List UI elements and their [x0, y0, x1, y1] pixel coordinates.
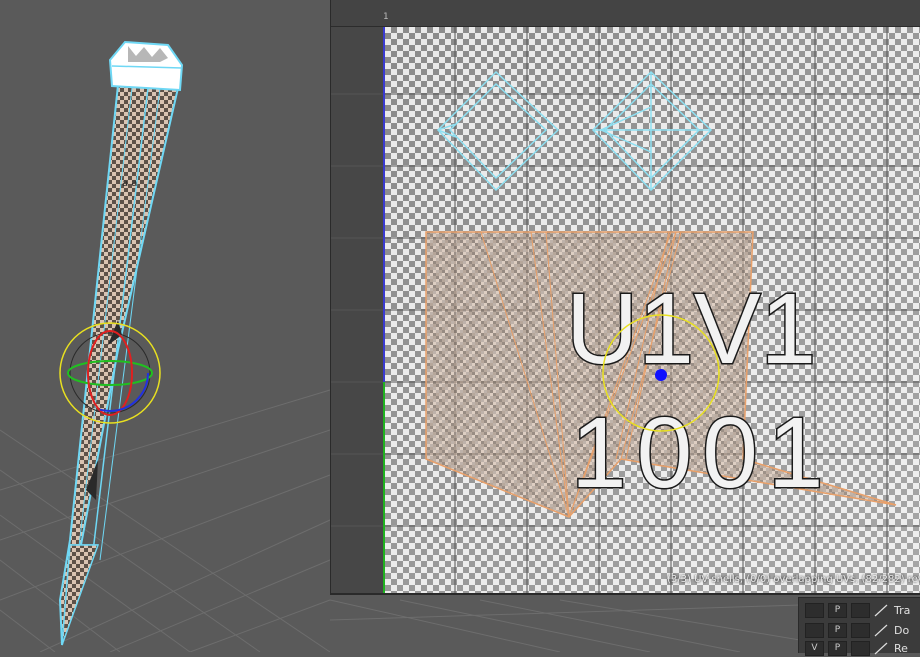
uv-negative-space	[331, 27, 384, 593]
curve-icon	[874, 642, 888, 655]
attr-label: Re	[894, 642, 908, 655]
attr-label: Tra	[894, 604, 911, 617]
attr-pin-box[interactable]: P	[828, 641, 847, 656]
uv-ruler-label: 1	[383, 12, 389, 22]
svg-text:a a: a a	[122, 178, 137, 189]
curve-icon	[874, 624, 888, 637]
attr-row-double[interactable]: P Do	[805, 622, 909, 639]
attr-key-box[interactable]	[805, 603, 824, 618]
curve-icon	[874, 604, 888, 617]
attr-lock-box[interactable]	[851, 623, 870, 638]
attr-row-rotate[interactable]: V P Re	[805, 640, 908, 657]
uv-canvas[interactable]: U1V1 1001	[331, 27, 920, 595]
uv-editor-panel[interactable]: 1 U1V1 1001 (3/3) UV shells, (0/0) overl…	[330, 0, 920, 595]
attr-row-translate[interactable]: P Tra	[805, 602, 910, 619]
attr-label: Do	[894, 624, 910, 637]
attribute-strip: P Tra P Do V P Re	[798, 597, 920, 656]
attr-key-box[interactable]	[805, 623, 824, 638]
uv-status-text: (3/3) UV shells, (0/0) overlapping UVs, …	[667, 574, 920, 585]
attr-pin-box[interactable]: P	[828, 623, 847, 638]
attr-lock-box[interactable]	[851, 603, 870, 618]
attr-key-box[interactable]: V	[805, 641, 824, 656]
attr-lock-box[interactable]	[851, 641, 870, 656]
uv-ruler-bar: 1	[331, 0, 920, 27]
attr-pin-box[interactable]: P	[828, 603, 847, 618]
